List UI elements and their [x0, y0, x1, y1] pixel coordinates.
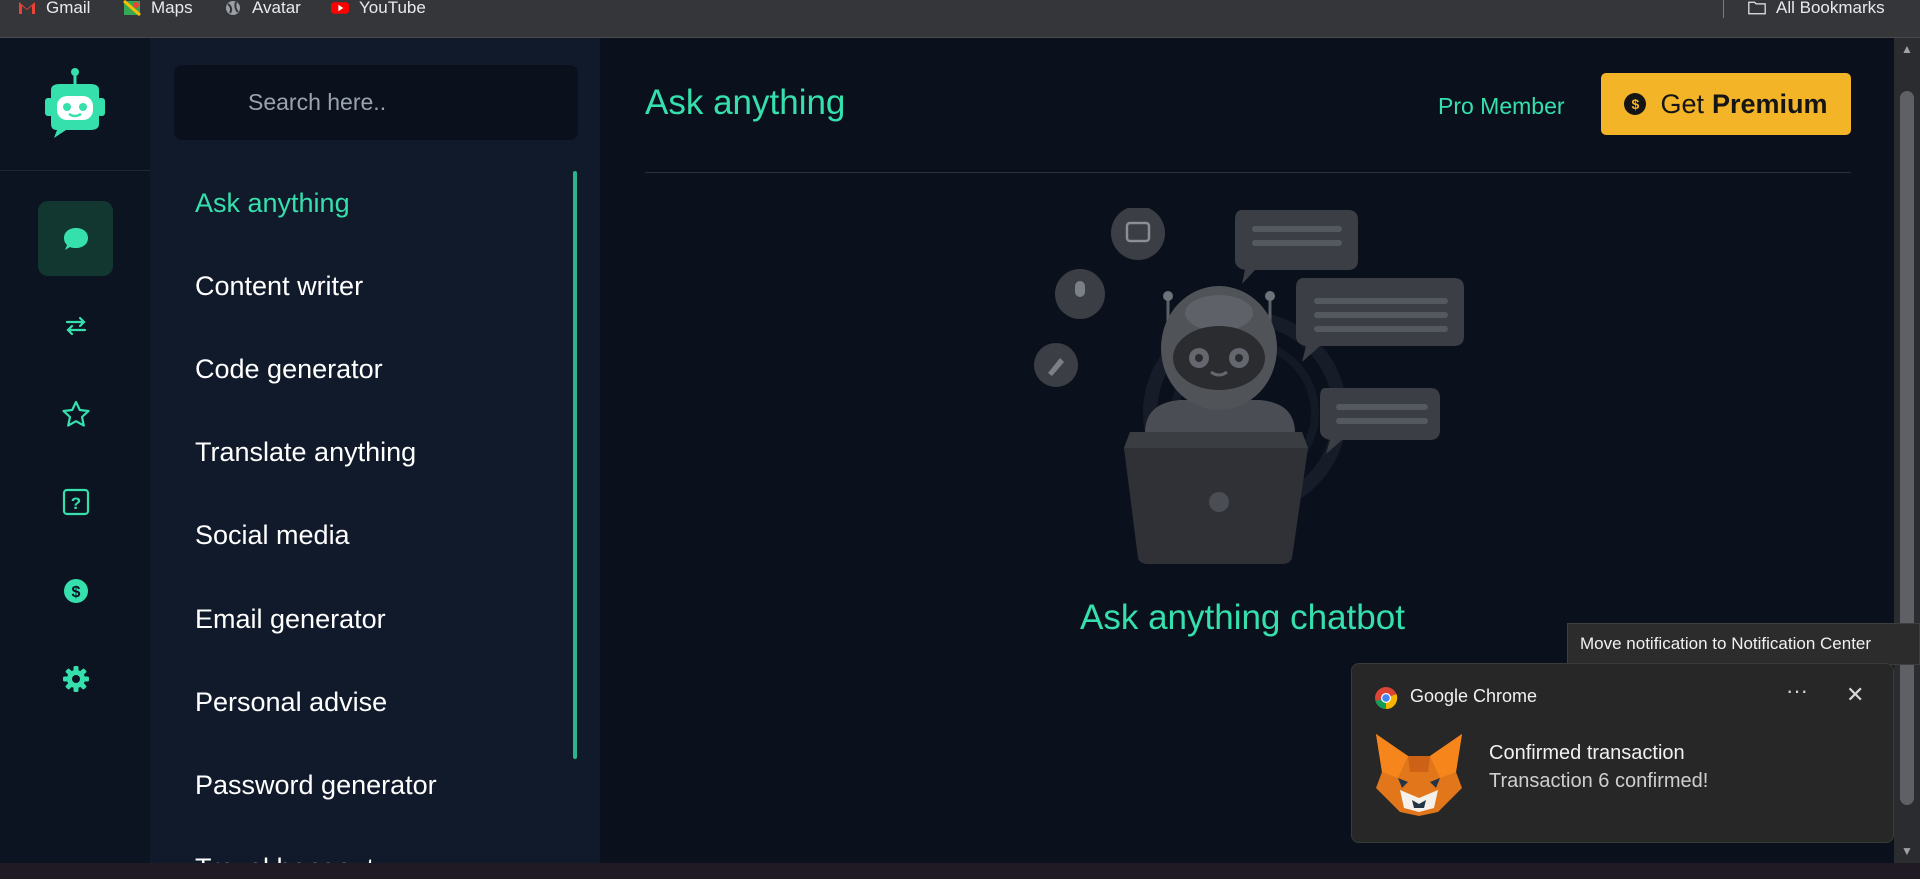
maps-icon: [123, 0, 141, 16]
menu-item-social-media[interactable]: Social media: [195, 520, 350, 551]
youtube-icon: [331, 2, 349, 14]
dollar-icon: $: [63, 578, 88, 603]
menu-scrollbar[interactable]: [573, 171, 577, 759]
gear-icon: [62, 665, 89, 692]
rail-chat-button[interactable]: [38, 201, 113, 276]
notification-more-button[interactable]: ···: [1786, 678, 1808, 704]
rail-help-button[interactable]: ?: [38, 464, 113, 539]
page-title: Ask anything: [645, 83, 846, 122]
rail-billing-button[interactable]: $: [38, 553, 113, 628]
notification-title: Confirmed transaction: [1489, 742, 1685, 764]
notification-app-name: Google Chrome: [1410, 686, 1538, 706]
premium-label: Premium: [1711, 88, 1828, 119]
bookmark-maps[interactable]: Maps: [123, 0, 193, 17]
app-logo[interactable]: [0, 38, 150, 171]
metamask-fox-icon: [1376, 734, 1462, 816]
globe-icon: [226, 1, 240, 15]
bookmark-label: Avatar: [252, 0, 301, 17]
menu-item-code-generator[interactable]: Code generator: [195, 354, 383, 385]
svg-text:$: $: [71, 584, 80, 601]
rail-settings-button[interactable]: [38, 641, 113, 716]
chrome-icon: [1375, 687, 1398, 710]
menu-item-personal-advise[interactable]: Personal advise: [195, 687, 387, 718]
bookmark-label: Maps: [151, 0, 193, 17]
bookmark-youtube[interactable]: YouTube: [331, 0, 426, 17]
swap-icon: [65, 316, 86, 335]
search-input[interactable]: Search here..: [174, 65, 578, 140]
tools-menu: Search here.. Ask anything Content write…: [150, 38, 600, 863]
menu-item-travel-hangout[interactable]: Travel hangout: [195, 853, 374, 863]
scrollbar-thumb[interactable]: [1900, 91, 1914, 805]
star-icon: [61, 400, 90, 427]
search-placeholder: Search here..: [248, 89, 387, 115]
rail-favorites-button[interactable]: [38, 376, 113, 451]
all-bookmarks-button[interactable]: All Bookmarks: [1748, 0, 1885, 17]
dollar-icon: $: [1624, 93, 1647, 115]
bookmark-avatar[interactable]: Avatar: [224, 0, 301, 17]
gmail-icon: [19, 2, 35, 14]
scroll-up-arrow-icon[interactable]: ▲: [1901, 42, 1913, 56]
notification-close-button[interactable]: ✕: [1846, 682, 1864, 708]
rail-swap-button[interactable]: [38, 288, 113, 363]
robot-laptop-illustration: [1034, 208, 1464, 564]
get-premium-button[interactable]: $ Get Premium: [1601, 73, 1851, 135]
svg-text:?: ?: [70, 494, 80, 513]
menu-item-password-generator[interactable]: Password generator: [195, 770, 437, 801]
header-divider: [645, 172, 1851, 173]
menu-item-ask-anything[interactable]: Ask anything: [195, 188, 350, 219]
chatbot-title: Ask anything chatbot: [1080, 598, 1405, 637]
chrome-notification[interactable]: Google Chrome ··· ✕ Confirmed transactio…: [1351, 663, 1894, 843]
help-icon: ?: [62, 488, 89, 515]
bookmarks-divider: [1723, 0, 1724, 18]
bookmark-label: Gmail: [46, 0, 91, 17]
premium-prefix: Get: [1660, 88, 1704, 119]
menu-item-translate-anything[interactable]: Translate anything: [195, 437, 416, 468]
folder-icon: [1748, 1, 1766, 15]
chat-icon: [63, 227, 88, 250]
icon-rail: ? $: [0, 38, 150, 863]
notification-tooltip: Move notification to Notification Center: [1567, 623, 1920, 665]
robot-logo-icon: [45, 68, 105, 138]
scroll-down-arrow-icon[interactable]: ▼: [1901, 844, 1913, 858]
page-scrollbar[interactable]: ▲ ▼: [1894, 38, 1920, 863]
pro-member-link[interactable]: Pro Member: [1438, 93, 1565, 120]
bookmarks-bar: Gmail Maps Avatar YouTube All Bookmarks: [0, 0, 1920, 38]
menu-item-email-generator[interactable]: Email generator: [195, 604, 386, 635]
taskbar: [0, 863, 1920, 879]
bookmark-gmail[interactable]: Gmail: [18, 0, 91, 17]
all-bookmarks-label: All Bookmarks: [1776, 0, 1885, 17]
notification-body: Transaction 6 confirmed!: [1489, 770, 1709, 792]
menu-item-content-writer[interactable]: Content writer: [195, 271, 363, 302]
bookmark-label: YouTube: [359, 0, 426, 17]
